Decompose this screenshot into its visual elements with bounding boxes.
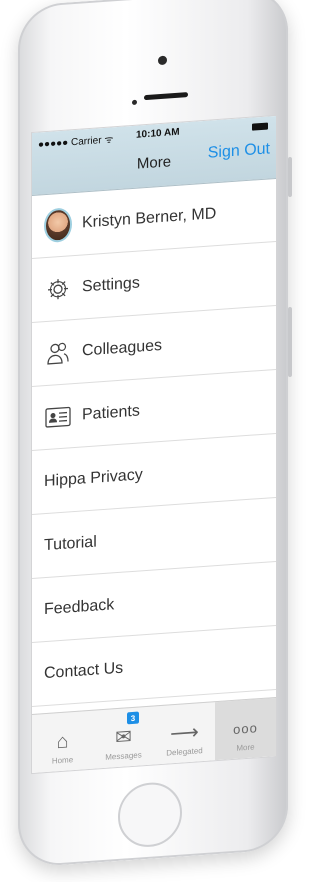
menu-item-label: Hippa Privacy <box>44 465 143 490</box>
menu-item-label: Colleagues <box>82 336 163 360</box>
tab-label: More <box>236 742 255 753</box>
envelope-icon: ✉ <box>115 726 132 750</box>
status-time: 10:10 AM <box>136 126 180 141</box>
volume-button <box>288 156 292 198</box>
stage: ●●●●● Carrier ᯤ 10:10 AM More Sign Out K… <box>0 0 308 882</box>
people-icon <box>44 339 72 367</box>
battery-icon <box>252 122 268 131</box>
tab-delegated[interactable]: ⟶ Delegated <box>154 702 215 764</box>
avatar <box>44 206 72 243</box>
more-menu-list: Kristyn Berner, MD Settings Colleagues P… <box>32 177 276 708</box>
gear-icon <box>44 275 72 303</box>
volume-button <box>288 306 292 378</box>
phone-frame: ●●●●● Carrier ᯤ 10:10 AM More Sign Out K… <box>18 0 292 869</box>
menu-item-label: Kristyn Berner, MD <box>82 204 217 232</box>
menu-item-label: Tutorial <box>44 532 97 554</box>
app-screen: ●●●●● Carrier ᯤ 10:10 AM More Sign Out K… <box>32 115 276 774</box>
carrier-status: ●●●●● Carrier ᯤ <box>38 134 114 151</box>
front-camera <box>158 55 167 66</box>
tab-label: Messages <box>105 750 142 762</box>
unread-badge: 3 <box>127 711 139 725</box>
menu-item-label: Patients <box>82 401 140 424</box>
proximity-sensor <box>132 99 137 106</box>
tab-messages[interactable]: ✉ 3 Messages <box>93 706 154 768</box>
menu-item-label: Feedback <box>44 595 115 618</box>
home-button[interactable] <box>118 780 182 850</box>
home-icon: ⌂ <box>56 730 69 754</box>
tab-label: Home <box>51 755 74 766</box>
earpiece-speaker <box>144 92 188 101</box>
tab-more[interactable]: ooo More <box>215 697 276 761</box>
tab-home[interactable]: ⌂ Home <box>32 711 93 773</box>
arrow-right-icon: ⟶ <box>170 721 199 746</box>
menu-item-label: Contact Us <box>44 659 124 682</box>
id-card-icon <box>44 403 72 431</box>
menu-item-label: Settings <box>82 273 140 296</box>
tab-label: Delegated <box>166 746 203 758</box>
more-icon: ooo <box>233 720 258 737</box>
tab-bar: ⌂ Home ✉ 3 Messages ⟶ Delegated ooo More <box>32 696 276 774</box>
